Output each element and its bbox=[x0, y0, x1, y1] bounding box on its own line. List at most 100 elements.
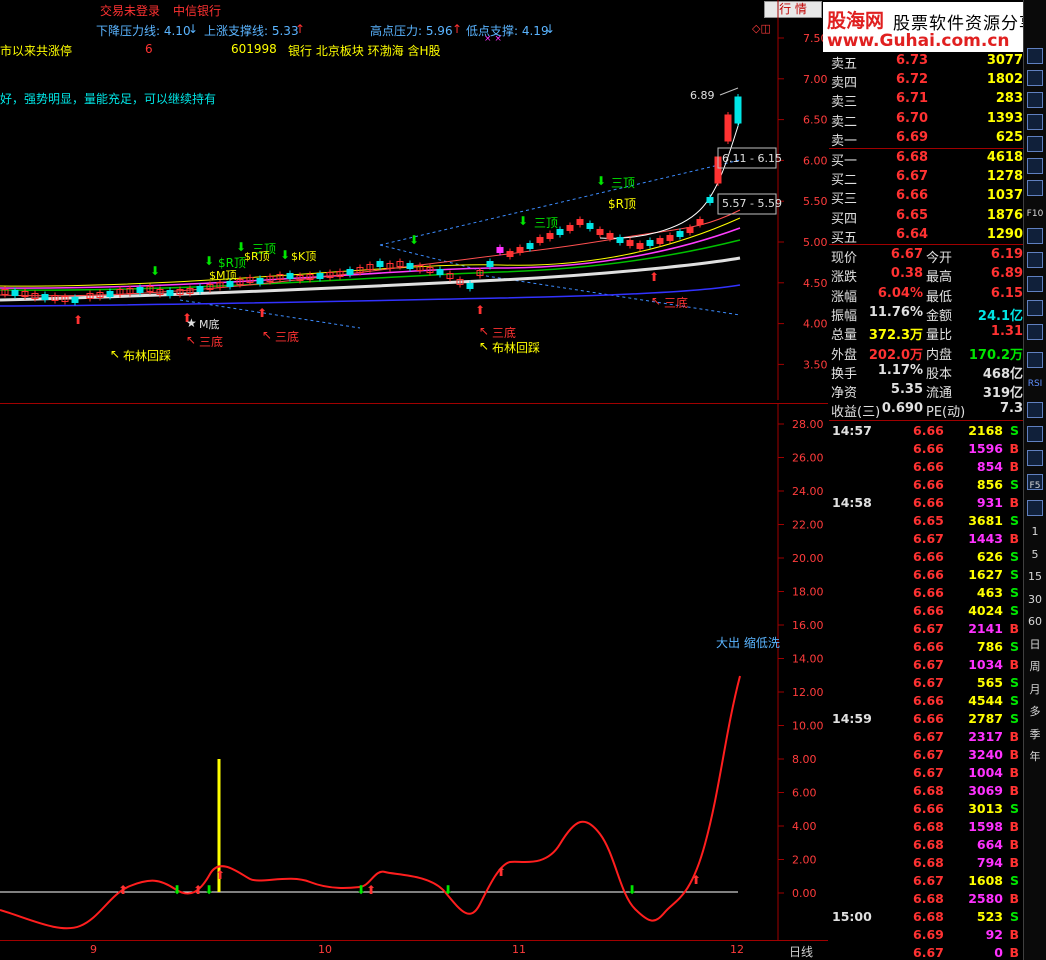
circle-icon[interactable] bbox=[1027, 324, 1043, 340]
period-button[interactable]: 年 bbox=[1024, 747, 1046, 767]
bid-price: 6.67 bbox=[896, 169, 929, 185]
tick-row: 6.67 565 S bbox=[829, 674, 1023, 692]
bottom-signal-label: 三底 bbox=[275, 330, 300, 344]
period-button[interactable]: 30 bbox=[1024, 590, 1046, 610]
indicator-chart[interactable]: 28.00 26.00 24.00 22.00 20.00 18.00 16.00 14.00… bbox=[0, 404, 828, 941]
bottom-signal-label: 三底 bbox=[664, 296, 689, 310]
ask-row[interactable]: 卖一 6.69 625 bbox=[829, 129, 1023, 149]
tick-price: 6.66 bbox=[913, 603, 944, 618]
window-icon[interactable] bbox=[1027, 228, 1043, 244]
tick-price: 6.66 bbox=[913, 693, 944, 708]
stat-label: 总量 bbox=[831, 328, 858, 344]
ask-row[interactable]: 卖五 6.73 3077 bbox=[829, 52, 1023, 72]
stat-value: 319亿 bbox=[982, 386, 1023, 402]
tick-volume: 1627 bbox=[968, 567, 1003, 582]
tick-volume: 4024 bbox=[968, 603, 1003, 618]
tick-side: B bbox=[1009, 621, 1019, 636]
period-button[interactable]: 60 bbox=[1024, 612, 1046, 632]
tick-volume: 3013 bbox=[968, 801, 1003, 816]
tick-row: 6.67 1608 S bbox=[829, 872, 1023, 890]
tick-price: 6.65 bbox=[913, 513, 944, 528]
m-bottom-label: M底 bbox=[199, 318, 220, 331]
svg-text:⬇: ⬇ bbox=[627, 883, 637, 897]
price-chart[interactable]: 7.507.006.506.005.505.004.504.003.50 bbox=[0, 0, 828, 400]
doc-icon[interactable] bbox=[1027, 158, 1043, 174]
period-button[interactable]: 5 bbox=[1024, 545, 1046, 565]
ask-row[interactable]: 卖二 6.70 1393 bbox=[829, 110, 1023, 130]
tick-row: 15:00 6.68 523 S bbox=[829, 908, 1023, 926]
info-icon[interactable] bbox=[1027, 276, 1043, 292]
bid-row[interactable]: 买五 6.64 1290 bbox=[829, 226, 1023, 246]
stat-label: 最低 bbox=[926, 289, 953, 305]
tick-price: 6.68 bbox=[913, 855, 944, 870]
stat-label: 涨跌 bbox=[831, 270, 858, 286]
svg-text:⬇: ⬇ bbox=[172, 883, 182, 897]
chart-icon[interactable] bbox=[1027, 48, 1043, 64]
bid-row[interactable]: 买三 6.66 1037 bbox=[829, 187, 1023, 207]
indicator-tick-label: 22.00 bbox=[792, 519, 824, 532]
peak-price-label: 6.89 bbox=[690, 89, 715, 102]
tick-row: 14:59 6.66 2787 S bbox=[829, 710, 1023, 728]
line-chart-icon[interactable] bbox=[1027, 352, 1043, 368]
gear-icon[interactable] bbox=[1027, 402, 1043, 418]
period-button[interactable]: 多 bbox=[1024, 702, 1046, 722]
period-button[interactable]: 周 bbox=[1024, 657, 1046, 677]
bid-row[interactable]: 买一 6.68 4618 bbox=[829, 149, 1023, 169]
ask-price: 6.69 bbox=[896, 129, 929, 145]
calendar-icon[interactable] bbox=[1027, 136, 1043, 152]
tick-side: S bbox=[1009, 423, 1019, 438]
tick-row: 14:57 6.66 2168 S bbox=[829, 422, 1023, 440]
f10-button[interactable]: F10 bbox=[1024, 204, 1046, 224]
tick-row: 6.68 664 B bbox=[829, 836, 1023, 854]
stat-value: 202.0万 bbox=[868, 347, 923, 363]
period-label[interactable]: 日线 bbox=[789, 943, 813, 960]
stat-value: 5.35 bbox=[890, 382, 923, 398]
ask-row[interactable]: 卖四 6.72 1802 bbox=[829, 71, 1023, 91]
bottom-signal-arrow: ↖ bbox=[479, 324, 490, 338]
svg-text:⬇: ⬇ bbox=[443, 883, 453, 897]
tick-time: 14:59 bbox=[832, 711, 872, 726]
star-icon: ★ bbox=[186, 316, 197, 330]
logo-name: 股海网 bbox=[827, 10, 885, 32]
stat-value: 0.690 bbox=[881, 401, 923, 417]
tick-price: 6.66 bbox=[913, 495, 944, 510]
tick-volume: 463 bbox=[976, 585, 1003, 600]
tick-price: 6.69 bbox=[913, 927, 944, 942]
stat-label: 振幅 bbox=[831, 308, 858, 324]
indicator-tick-label: 2.00 bbox=[792, 854, 817, 867]
period-button[interactable]: 日 bbox=[1024, 635, 1046, 655]
tick-side: S bbox=[1009, 549, 1019, 564]
ask-row[interactable]: 卖三 6.71 283 bbox=[829, 90, 1023, 110]
price-tick-label: 5.50 bbox=[803, 195, 828, 208]
stat-label: 流通 bbox=[926, 386, 953, 402]
grid-icon[interactable] bbox=[1027, 70, 1043, 86]
f5-button[interactable]: F5 bbox=[1024, 476, 1046, 496]
bid-level: 买五 bbox=[831, 230, 858, 246]
period-button[interactable]: 月 bbox=[1024, 680, 1046, 700]
bid-row[interactable]: 买四 6.65 1876 bbox=[829, 207, 1023, 227]
tick-price: 6.66 bbox=[913, 549, 944, 564]
stat-label: 换手 bbox=[831, 366, 858, 382]
stat-icon[interactable] bbox=[1027, 252, 1043, 268]
tick-side: B bbox=[1009, 459, 1019, 474]
tick-side: B bbox=[1009, 927, 1019, 942]
rsi-button[interactable]: RSI bbox=[1024, 374, 1046, 394]
period-button[interactable]: 季 bbox=[1024, 725, 1046, 745]
bid-price: 6.68 bbox=[896, 150, 929, 165]
move-icon[interactable] bbox=[1027, 426, 1043, 442]
bottom-signal-arrow: ↖ bbox=[262, 328, 273, 342]
pencil-icon[interactable] bbox=[1027, 450, 1043, 466]
tick-volume: 2580 bbox=[968, 891, 1003, 906]
indicator-tick-label: 28.00 bbox=[792, 418, 824, 431]
tool-icon[interactable] bbox=[1027, 300, 1043, 316]
period-button[interactable]: 1 bbox=[1024, 522, 1046, 542]
table-icon[interactable] bbox=[1027, 180, 1043, 196]
tick-price: 6.66 bbox=[913, 585, 944, 600]
tick-row: 6.66 463 S bbox=[829, 584, 1023, 602]
down-arrow-icon: ⬇ bbox=[150, 264, 161, 278]
list-icon[interactable] bbox=[1027, 92, 1043, 108]
refresh-icon[interactable] bbox=[1027, 500, 1043, 516]
period-button[interactable]: 15 bbox=[1024, 567, 1046, 587]
sound-icon[interactable] bbox=[1027, 114, 1043, 130]
bid-row[interactable]: 买二 6.67 1278 bbox=[829, 168, 1023, 188]
